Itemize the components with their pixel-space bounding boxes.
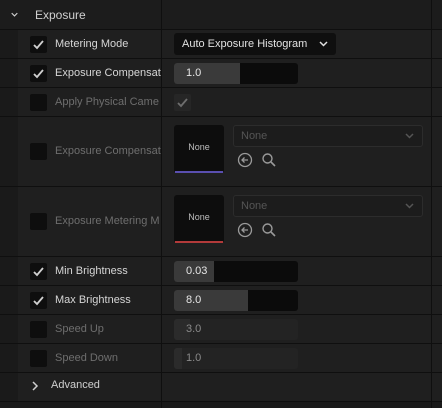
curve-asset-picker[interactable]: None bbox=[233, 125, 423, 147]
max-brightness-label: Max Brightness bbox=[55, 294, 131, 306]
checkmark-icon bbox=[33, 69, 44, 79]
apply-physical-camera-override-checkbox[interactable] bbox=[30, 94, 47, 111]
mask-asset-picker-value: None bbox=[241, 200, 268, 212]
speed-down-label: Speed Down bbox=[55, 352, 118, 364]
property-row-exposure-compensation: Exposure Compensat 1.0 bbox=[0, 59, 442, 88]
metering-mode-value: Auto Exposure Histogram bbox=[182, 38, 308, 50]
speed-down-override-checkbox[interactable] bbox=[30, 350, 47, 367]
curve-asset-type-color-bar bbox=[175, 171, 223, 173]
speed-up-value: 3.0 bbox=[186, 323, 202, 335]
curve-thumbnail-text: None bbox=[188, 142, 210, 152]
property-row-min-brightness: Min Brightness 0.03 bbox=[0, 257, 442, 286]
exposure-metering-mask-label: Exposure Metering M bbox=[55, 215, 160, 227]
chevron-down-icon bbox=[319, 41, 328, 47]
property-row-exposure-metering-mask: Exposure Metering M None None bbox=[0, 187, 442, 257]
metering-mode-label: Metering Mode bbox=[55, 38, 129, 50]
min-brightness-field[interactable]: 0.03 bbox=[174, 261, 298, 282]
apply-physical-camera-label: Apply Physical Came bbox=[55, 96, 159, 108]
mask-asset-picker[interactable]: None bbox=[233, 195, 423, 217]
max-brightness-field[interactable]: 8.0 bbox=[174, 290, 298, 311]
chevron-down-icon[interactable] bbox=[11, 11, 18, 18]
checkmark-icon bbox=[177, 98, 188, 108]
column-divider[interactable] bbox=[161, 0, 162, 408]
property-row-exposure-compensation-curve: Exposure Compensat None None bbox=[0, 117, 442, 187]
exposure-compensation-override-checkbox[interactable] bbox=[30, 65, 47, 82]
section-header-exposure[interactable]: Exposure bbox=[0, 0, 442, 30]
metering-mode-dropdown[interactable]: Auto Exposure Histogram bbox=[174, 33, 336, 55]
property-row-speed-down: Speed Down 1.0 bbox=[0, 344, 442, 373]
chevron-right-icon[interactable] bbox=[31, 381, 39, 391]
checkmark-icon bbox=[33, 40, 44, 50]
min-brightness-value: 0.03 bbox=[186, 265, 208, 277]
min-brightness-label: Min Brightness bbox=[55, 265, 128, 277]
mask-thumbnail-text: None bbox=[188, 212, 210, 222]
apply-physical-camera-value-checkbox[interactable] bbox=[174, 94, 191, 111]
speed-up-label: Speed Up bbox=[55, 323, 104, 335]
exposure-compensation-label: Exposure Compensat bbox=[55, 67, 161, 79]
mask-asset-thumbnail[interactable]: None bbox=[174, 195, 224, 243]
checkmark-icon bbox=[33, 267, 44, 277]
property-row-max-brightness: Max Brightness 8.0 bbox=[0, 286, 442, 315]
search-icon[interactable] bbox=[261, 222, 277, 238]
exposure-metering-mask-override-checkbox[interactable] bbox=[30, 213, 47, 230]
arrow-left-circle-icon[interactable] bbox=[237, 152, 253, 168]
section-title: Exposure bbox=[35, 8, 86, 22]
speed-up-override-checkbox[interactable] bbox=[30, 321, 47, 338]
exposure-compensation-value: 1.0 bbox=[186, 67, 202, 79]
min-brightness-override-checkbox[interactable] bbox=[30, 263, 47, 280]
speed-up-field[interactable]: 3.0 bbox=[174, 319, 298, 340]
details-panel: Exposure Metering Mode Auto Exposure His… bbox=[0, 0, 442, 408]
exposure-compensation-curve-override-checkbox[interactable] bbox=[30, 143, 47, 160]
property-row-speed-up: Speed Up 3.0 bbox=[0, 315, 442, 344]
property-row-apply-physical-camera: Apply Physical Came bbox=[0, 88, 442, 117]
speed-down-value: 1.0 bbox=[186, 352, 202, 364]
exposure-compensation-field[interactable]: 1.0 bbox=[174, 63, 298, 84]
search-icon[interactable] bbox=[261, 152, 277, 168]
speed-down-field[interactable]: 1.0 bbox=[174, 348, 298, 369]
chevron-down-icon bbox=[405, 133, 414, 139]
arrow-left-circle-icon[interactable] bbox=[237, 222, 253, 238]
checkmark-icon bbox=[33, 296, 44, 306]
metering-mode-override-checkbox[interactable] bbox=[30, 36, 47, 53]
curve-asset-picker-value: None bbox=[241, 130, 268, 142]
advanced-expander[interactable]: Advanced bbox=[0, 373, 442, 402]
right-scroll-divider bbox=[431, 0, 432, 408]
property-row-metering-mode: Metering Mode Auto Exposure Histogram bbox=[0, 30, 442, 59]
curve-asset-thumbnail[interactable]: None bbox=[174, 125, 224, 173]
advanced-label: Advanced bbox=[51, 379, 100, 391]
max-brightness-override-checkbox[interactable] bbox=[30, 292, 47, 309]
max-brightness-value: 8.0 bbox=[186, 294, 202, 306]
chevron-down-icon bbox=[405, 203, 414, 209]
exposure-compensation-curve-label: Exposure Compensat bbox=[55, 145, 161, 157]
mask-asset-type-color-bar bbox=[175, 241, 223, 243]
